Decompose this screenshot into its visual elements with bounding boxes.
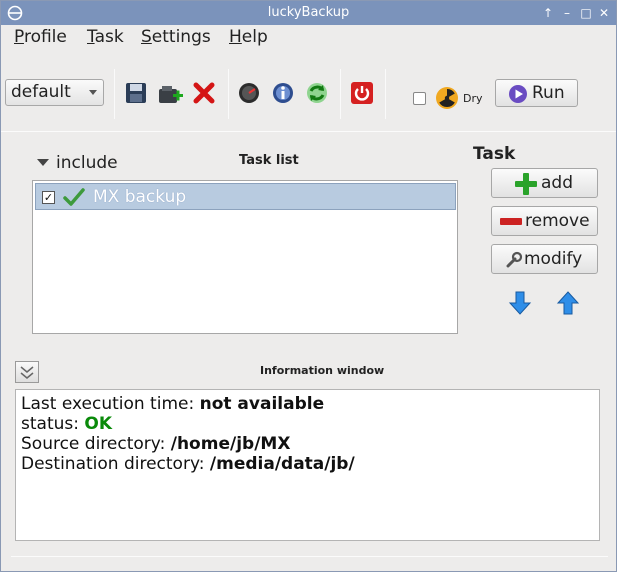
info-label: status: xyxy=(21,414,85,434)
info-line: Source directory: /home/jb/MX xyxy=(21,434,594,454)
task-list-title: Task list xyxy=(239,153,299,168)
info-label: Destination directory: xyxy=(21,454,210,474)
chevron-down-icon xyxy=(89,90,97,95)
menu-help[interactable]: Help xyxy=(229,27,268,47)
status-bar-divider xyxy=(11,556,608,557)
collapse-info-button[interactable] xyxy=(15,361,39,383)
keep-above-button[interactable]: ↑ xyxy=(540,5,556,21)
remove-label: remove xyxy=(525,211,590,231)
add-label: add xyxy=(541,173,573,193)
info-line: Last execution time: not available xyxy=(21,394,594,414)
app-window: luckyBackup ↑ – □ ✕ Profile Task Setting… xyxy=(0,0,617,572)
plus-icon xyxy=(515,173,537,195)
info-icon[interactable] xyxy=(269,79,297,107)
task-name: MX backup xyxy=(93,187,187,207)
schedule-icon[interactable] xyxy=(235,79,263,107)
info-value: /home/jb/MX xyxy=(170,434,291,454)
info-window[interactable]: Last execution time: not available statu… xyxy=(15,389,600,541)
move-down-icon[interactable] xyxy=(508,290,532,316)
menu-settings[interactable]: Settings xyxy=(141,27,211,47)
info-line: Destination directory: /media/data/jb/ xyxy=(21,454,594,474)
menu-bar: Profile Task Settings Help xyxy=(1,25,616,51)
task-panel-title: Task xyxy=(473,144,516,164)
menu-task[interactable]: Task xyxy=(87,27,124,47)
info-window-title: Information window xyxy=(260,364,385,377)
power-icon[interactable] xyxy=(348,79,376,107)
info-value: not available xyxy=(199,394,325,414)
run-label: Run xyxy=(532,83,565,103)
info-value: /media/data/jb/ xyxy=(209,454,355,474)
delete-icon[interactable] xyxy=(190,79,218,107)
refresh-icon[interactable] xyxy=(303,79,331,107)
task-list[interactable]: ✓ MX backup xyxy=(32,180,458,334)
close-button[interactable]: ✕ xyxy=(596,5,612,21)
toolbar-separator xyxy=(340,69,341,119)
remove-task-button[interactable]: remove xyxy=(491,206,598,236)
add-task-button[interactable]: add xyxy=(491,168,598,198)
task-row[interactable]: ✓ MX backup xyxy=(35,183,456,210)
add-profile-icon[interactable] xyxy=(156,81,184,109)
window-title: luckyBackup xyxy=(267,5,350,20)
info-label: Last execution time: xyxy=(21,394,200,414)
modify-task-button[interactable]: modify xyxy=(491,244,598,274)
task-checkbox[interactable]: ✓ xyxy=(42,191,55,204)
profile-combo-value: default xyxy=(11,82,71,102)
toolbar-divider xyxy=(1,131,616,132)
run-button[interactable]: Run xyxy=(495,79,578,107)
toolbar-separator xyxy=(228,69,229,119)
dry-run-label: Dry xyxy=(463,92,483,105)
info-line: status: OK xyxy=(21,414,594,434)
minus-icon xyxy=(500,218,522,225)
menu-profile[interactable]: Profile xyxy=(14,27,67,47)
include-label: include xyxy=(56,153,118,173)
modify-label: modify xyxy=(524,249,583,269)
save-icon[interactable] xyxy=(122,79,150,107)
double-chevron-down-icon xyxy=(20,366,34,379)
profile-combo[interactable]: default xyxy=(5,79,104,106)
ok-check-icon xyxy=(63,188,85,206)
play-icon xyxy=(509,85,527,103)
minimize-button[interactable]: – xyxy=(559,5,575,21)
maximize-button[interactable]: □ xyxy=(578,5,594,21)
status-value: OK xyxy=(84,414,112,434)
radiation-icon xyxy=(436,87,458,109)
dry-run-checkbox[interactable] xyxy=(413,92,426,105)
title-bar[interactable]: luckyBackup ↑ – □ ✕ xyxy=(1,1,616,25)
info-label: Source directory: xyxy=(21,434,171,454)
toolbar-separator xyxy=(385,69,386,119)
wrench-icon xyxy=(506,251,523,268)
expand-arrow-icon[interactable] xyxy=(37,159,49,166)
toolbar-separator xyxy=(114,69,115,119)
move-up-icon[interactable] xyxy=(556,290,580,316)
